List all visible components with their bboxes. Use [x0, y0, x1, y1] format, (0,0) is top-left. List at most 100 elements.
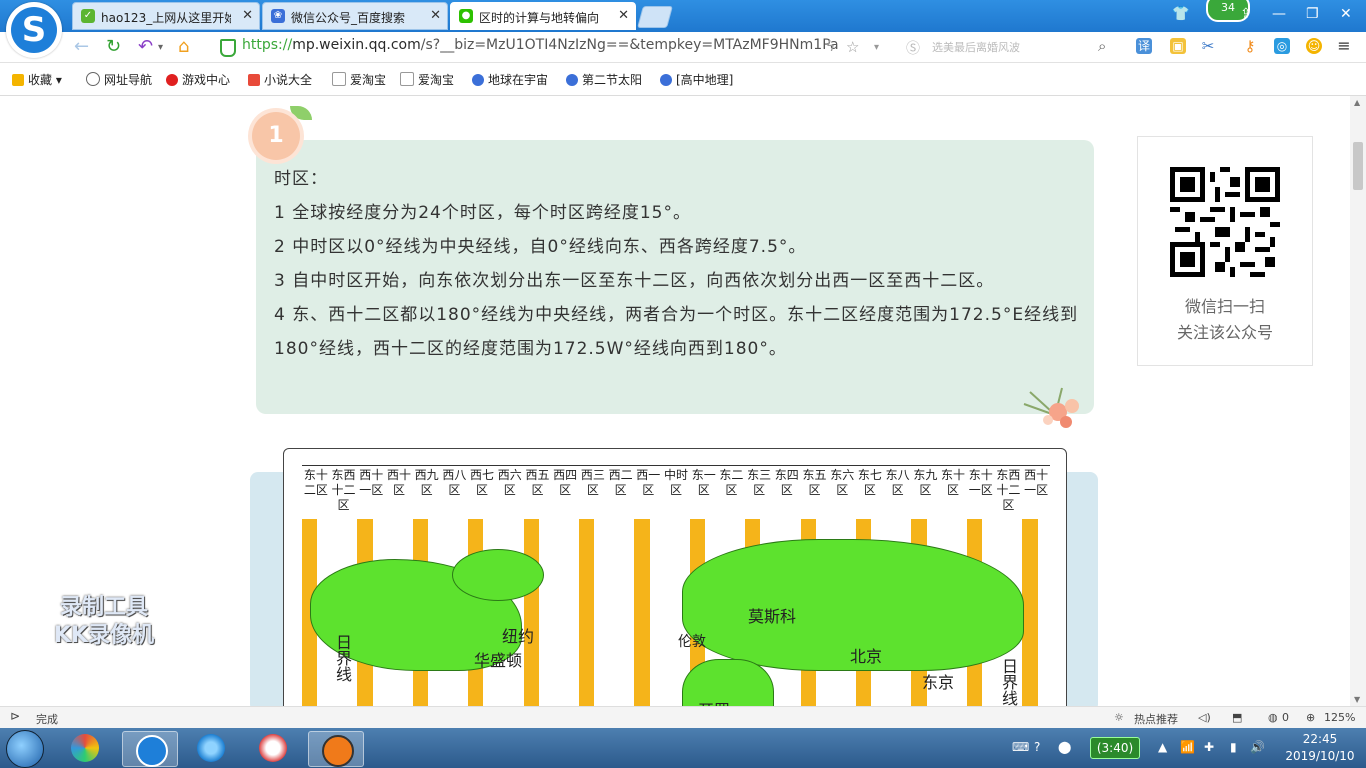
sogou-icon: S — [11, 7, 57, 53]
volume-icon[interactable]: 🔊 — [1250, 740, 1265, 754]
show-hidden-icons[interactable]: ▲ — [1158, 740, 1167, 754]
minimize-icon[interactable]: — — [1272, 6, 1286, 22]
game-icon — [166, 74, 178, 86]
chevron-down-icon[interactable]: ▾ — [158, 42, 163, 53]
hot-news-link[interactable]: 热点推荐 — [1134, 711, 1178, 727]
bookmark-label: 地球在宇宙 — [488, 73, 549, 87]
bookmarks-bar: 收藏 ▾ 网址导航 游戏中心 小说大全 爱淘宝 爱淘宝 地球在宇宙 第二节太阳 … — [0, 63, 1366, 96]
battery-indicator[interactable]: (3:40) — [1090, 737, 1140, 759]
book-icon — [248, 74, 260, 86]
qr-panel: 微信扫一扫 关注该公众号 — [1137, 136, 1313, 366]
share-icon[interactable]: ⇪ — [1240, 6, 1252, 22]
restore-icon[interactable]: ❐ — [1306, 6, 1319, 22]
bookmark-item[interactable]: [高中地理] — [660, 71, 733, 88]
date-line-label: 日界线 — [1002, 657, 1019, 707]
zone-label: 西八区 — [442, 468, 467, 497]
bookmark-item[interactable]: 地球在宇宙 — [472, 71, 548, 88]
battery-icon[interactable]: ▮ — [1230, 740, 1237, 754]
security-icon[interactable]: ⬤ — [1058, 740, 1071, 754]
close-icon[interactable]: ✕ — [430, 8, 441, 23]
time-zone-notes: 时区： 1 全球按经度分为24个时区，每个时区跨经度15°。 2 中时区以0°经… — [274, 162, 1080, 366]
new-tab-button[interactable] — [637, 6, 673, 28]
sogou-browser-icon — [136, 735, 168, 767]
system-clock[interactable]: 22:45 2019/10/10 — [1280, 731, 1360, 765]
chevron-down-icon[interactable]: ▾ — [874, 42, 879, 53]
browser-logo[interactable]: S — [6, 2, 62, 58]
key-icon[interactable]: ⚷ — [1242, 38, 1258, 54]
sidebar-toggle-icon[interactable]: ⊳ — [10, 709, 20, 723]
search-input[interactable]: Ⓢ 选美最后离婚风波 ⌕ — [900, 36, 1120, 58]
scrollbar-thumb[interactable] — [1353, 142, 1363, 190]
vertical-scrollbar[interactable]: ▲ ▼ — [1350, 96, 1366, 706]
hot-news-icon[interactable]: ☼ — [1114, 711, 1124, 724]
download-icon[interactable]: ⬒ — [1232, 711, 1242, 724]
zone-label: 西一区 — [636, 468, 661, 497]
close-icon[interactable]: ✕ — [618, 8, 629, 23]
taskbar-app-tool[interactable] — [246, 731, 300, 765]
menu-icon[interactable]: ≡ — [1336, 38, 1352, 54]
refresh-icon[interactable]: ↻ — [106, 36, 121, 57]
input-method-icon[interactable]: ✚ — [1204, 740, 1214, 754]
zoom-icon[interactable]: ⊕ — [1306, 711, 1315, 724]
skin-icon[interactable]: 👕 — [1172, 6, 1189, 22]
back-icon[interactable]: ← — [74, 36, 89, 57]
zone-label: 西三区 — [580, 468, 605, 497]
home-icon[interactable]: ⌂ — [178, 36, 189, 57]
taskbar-app-library[interactable] — [58, 731, 112, 765]
zone-label: 东九区 — [913, 468, 938, 497]
emoji-icon[interactable]: ☺ — [1306, 38, 1322, 54]
zone-label: 西五区 — [525, 468, 550, 497]
zone-label: 西四区 — [553, 468, 578, 497]
zone-label: 中时区 — [663, 468, 688, 497]
date-line-label: 日界线 — [336, 633, 353, 684]
taskbar-app-sogou-browser[interactable] — [122, 731, 178, 767]
translate-icon[interactable]: 译 — [1136, 38, 1152, 54]
star-icon — [12, 74, 24, 86]
bookmark-item[interactable]: 网址导航 — [86, 71, 152, 88]
adblock-icon[interactable]: ◍ — [1268, 711, 1278, 724]
zone-stripe — [579, 519, 595, 706]
scroll-down-icon[interactable]: ▼ — [1354, 695, 1360, 704]
close-window-icon[interactable]: ✕ — [1340, 6, 1352, 22]
taskbar-app-ie[interactable] — [184, 731, 238, 765]
bookmark-item[interactable]: 第二节太阳 — [566, 71, 642, 88]
undo-icon[interactable]: ↶ — [138, 36, 153, 57]
bookmark-star-icon[interactable]: ☆ — [846, 38, 859, 56]
page-icon — [332, 72, 346, 86]
bookmark-item[interactable]: 爱淘宝 — [400, 71, 454, 88]
url-text[interactable]: https://mp.weixin.qq.com/s?__biz=MzU1OTI… — [242, 37, 839, 53]
bookmark-item[interactable]: 游戏中心 — [166, 71, 230, 88]
bookmark-item[interactable]: 爱淘宝 — [332, 71, 386, 88]
tab-article[interactable]: ● 区时的计算与地转偏向 ✕ — [450, 2, 636, 30]
zoom-level[interactable]: 125% — [1324, 711, 1355, 724]
scissors-icon[interactable]: ✂ — [1200, 38, 1216, 54]
search-icon[interactable]: ⌕ — [1098, 37, 1106, 55]
extension-icon[interactable]: ▣ — [1170, 38, 1186, 54]
screenshot-icon[interactable]: ◎ — [1274, 38, 1290, 54]
page-content[interactable]: 1 时区： 1 全球按经度分为24个时区，每个时区跨经度15°。 2 中时区以0… — [0, 96, 1350, 706]
scroll-up-icon[interactable]: ▲ — [1354, 98, 1360, 107]
time-zone-map[interactable]: 东十二区 东西十二区 西十一区 西十区 西九区 西八区 西七区 西六区 西五区 西四区 西三区 西二区… — [283, 448, 1067, 706]
bookmark-item[interactable]: 小说大全 — [248, 71, 312, 88]
close-icon[interactable]: ✕ — [242, 8, 253, 23]
note-heading: 时区： — [274, 169, 328, 189]
tab-baidu-search[interactable]: ❀ 微信公众号_百度搜索 ✕ — [262, 2, 448, 30]
zone-label: 东二区 — [719, 468, 744, 497]
bookmark-favorites[interactable]: 收藏 ▾ — [12, 71, 62, 88]
lightning-icon[interactable]: ϟ — [826, 39, 835, 55]
keyboard-icon[interactable]: ⌨ — [1012, 740, 1029, 754]
zone-label: 东七区 — [857, 468, 882, 497]
city-label: 莫斯科 — [748, 607, 797, 626]
qr-code[interactable] — [1170, 167, 1280, 277]
note-item: 4 东、西十二区都以180°经线为中央经线，两者合为一个时区。东十二区经度范围为… — [274, 305, 1079, 359]
help-icon[interactable]: ? — [1034, 740, 1040, 754]
tab-hao123[interactable]: ✓ hao123_上网从这里开始 ✕ — [72, 2, 260, 30]
volume-icon[interactable]: ◁) — [1198, 711, 1211, 724]
city-label: 北京 — [850, 647, 883, 666]
start-button[interactable] — [6, 730, 44, 768]
bookmark-label: 网址导航 — [104, 73, 153, 87]
url-input[interactable]: https://mp.weixin.qq.com/s?__biz=MzU1OTI… — [212, 36, 892, 58]
taskbar-app-recorder[interactable] — [308, 731, 364, 767]
city-label: 东京 — [922, 673, 955, 692]
network-icon[interactable]: 📶 — [1180, 740, 1195, 754]
